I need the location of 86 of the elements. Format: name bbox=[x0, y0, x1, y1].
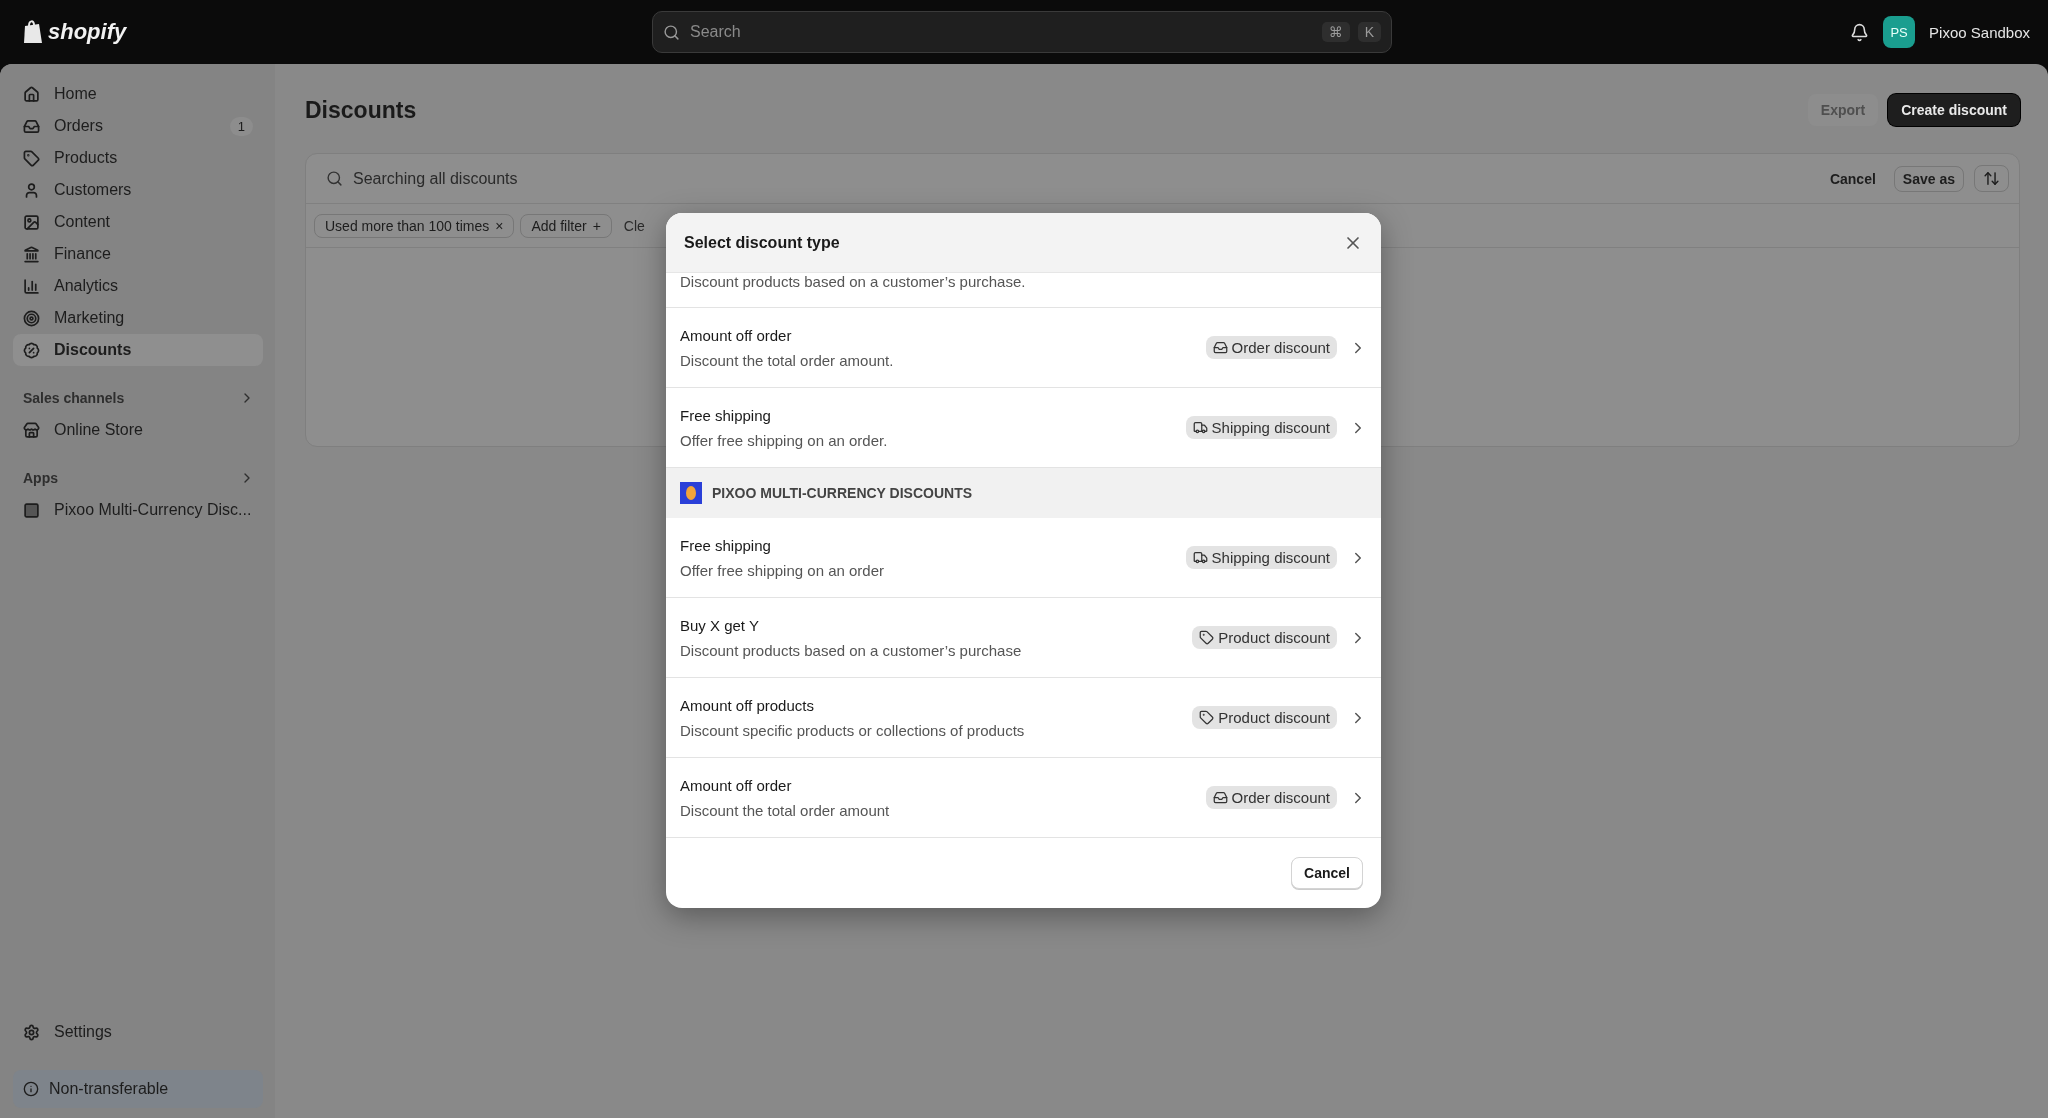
sort-button[interactable] bbox=[1974, 165, 2009, 192]
truck-icon bbox=[1192, 550, 1208, 565]
sidebar-label: Pixoo Multi-Currency Disc... bbox=[54, 501, 253, 519]
discount-type-description: Discount specific products or collections of products bbox=[680, 721, 1026, 739]
search-field[interactable]: Search ⌘ K bbox=[652, 11, 1392, 53]
cancel-button[interactable]: Cancel bbox=[1821, 166, 1884, 191]
filter-chip[interactable]: Used more than 100 times × bbox=[314, 213, 515, 238]
sidebar-label: Analytics bbox=[54, 277, 120, 295]
sidebar-label: Discounts bbox=[54, 341, 133, 359]
discount-type-title: Free shipping bbox=[680, 406, 772, 424]
discount-type-row[interactable]: Discount products based on a customer’s purchase. bbox=[666, 273, 1381, 308]
sidebar-item[interactable]: Home bbox=[13, 78, 263, 110]
sidebar-label: Home bbox=[54, 85, 98, 103]
count-badge: 1 bbox=[229, 116, 253, 136]
discount-type-description: Discount products based on a customer’s purchase. bbox=[680, 273, 1027, 290]
search-icon bbox=[663, 23, 680, 41]
sidebar-label: Marketing bbox=[54, 309, 126, 327]
shortcut-key: ⌘ bbox=[1321, 22, 1350, 42]
search-icon bbox=[326, 170, 343, 187]
sidebar-item[interactable]: Pixoo Multi-Currency Disc... bbox=[13, 494, 263, 526]
store-name[interactable]: Pixoo Sandbox bbox=[1929, 23, 2030, 41]
discount-type-description: Discount the total order amount. bbox=[680, 351, 895, 369]
discount-type-row[interactable]: Buy X get Y Discount products based on a customer’s purchase Product discount bbox=[666, 598, 1381, 678]
cancel-button[interactable]: Cancel bbox=[1291, 857, 1363, 889]
discount-kind-badge: Order discount bbox=[1205, 336, 1337, 359]
tray-icon bbox=[1212, 790, 1228, 805]
discount-type-row[interactable]: Amount off products Discount specific products or collections of products Product discount bbox=[666, 678, 1381, 758]
store-icon bbox=[23, 421, 40, 439]
discount-kind-badge: Shipping discount bbox=[1185, 546, 1337, 569]
dialog-title: Select discount type bbox=[684, 233, 840, 252]
clear-link[interactable]: Cle bbox=[623, 217, 645, 234]
notification-icon[interactable] bbox=[1850, 22, 1870, 42]
discount-type-description: Offer free shipping on an order. bbox=[680, 431, 889, 449]
sidebar-label: Orders bbox=[54, 117, 104, 135]
sidebar-item[interactable]: Content bbox=[13, 206, 263, 238]
sidebar-label: Finance bbox=[54, 245, 112, 263]
discount-type-title: Free shipping bbox=[680, 536, 772, 554]
page-title: Discounts bbox=[305, 96, 417, 124]
discount-type-title: Amount off order bbox=[680, 776, 793, 794]
section-heading[interactable]: Apps bbox=[13, 462, 263, 494]
home-icon bbox=[23, 85, 40, 103]
sidebar-label: Content bbox=[54, 213, 112, 231]
tag-icon bbox=[1199, 630, 1215, 645]
sidebar-item[interactable]: Products bbox=[13, 142, 263, 174]
logo-text[interactable]: shopify bbox=[48, 19, 127, 45]
sidebar-label: Online Store bbox=[54, 421, 144, 439]
discount-type-description: Offer free shipping on an order bbox=[680, 561, 886, 579]
tray-icon bbox=[1212, 340, 1228, 355]
app-section-header: PIXOO MULTI-CURRENCY DISCOUNTS bbox=[666, 468, 1381, 518]
sort-icon bbox=[1983, 170, 2000, 187]
sidebar-item[interactable]: Orders 1 bbox=[13, 110, 263, 142]
discount-type-title: Buy X get Y bbox=[680, 616, 760, 634]
shortcut-key: K bbox=[1357, 22, 1381, 42]
sidebar-item[interactable]: Finance bbox=[13, 238, 263, 270]
tag-icon bbox=[1199, 710, 1215, 725]
discount-type-description: Discount products based on a customer’s purchase bbox=[680, 641, 1023, 659]
save-as-button[interactable]: Save as bbox=[1893, 165, 1964, 192]
discount-type-row[interactable]: Amount off order Discount the total order amount. Order discount bbox=[666, 308, 1381, 388]
filter-chip[interactable]: Add filter + bbox=[520, 213, 612, 238]
search-input[interactable]: Search bbox=[688, 22, 1314, 42]
sidebar-item[interactable]: Online Store bbox=[13, 414, 263, 446]
notice-banner[interactable]: Non-transferable bbox=[13, 1070, 263, 1108]
sidebar-label: Customers bbox=[54, 181, 133, 199]
section-heading[interactable]: Sales channels bbox=[13, 382, 263, 414]
shopping-bag-icon bbox=[22, 19, 44, 45]
sidebar-item[interactable]: Analytics bbox=[13, 270, 263, 302]
sidebar-item[interactable]: Discounts bbox=[13, 334, 263, 366]
avatar[interactable]: PS bbox=[1883, 16, 1916, 48]
truck-icon bbox=[1192, 420, 1208, 435]
settings-link[interactable]: Settings bbox=[13, 1016, 263, 1048]
search-query[interactable]: Searching all discounts bbox=[353, 169, 1812, 188]
settings-icon bbox=[23, 1023, 40, 1041]
discount-type-row[interactable]: Free shipping Offer free shipping on an order Shipping discount bbox=[666, 518, 1381, 598]
discount-kind-badge: Shipping discount bbox=[1185, 416, 1337, 439]
info-icon bbox=[23, 1081, 39, 1097]
discount-type-title: Amount off products bbox=[680, 696, 815, 714]
sidebar-item[interactable]: Marketing bbox=[13, 302, 263, 334]
discount-kind-badge: Product discount bbox=[1192, 706, 1337, 729]
discount-type-row[interactable]: Amount off order Discount the total order amount Order discount bbox=[666, 758, 1381, 838]
primary-button[interactable]: Create discount bbox=[1888, 94, 2020, 126]
discount-type-description: Discount the total order amount bbox=[680, 801, 891, 819]
discount-kind-badge: Product discount bbox=[1192, 626, 1337, 649]
discount-kind-badge: Order discount bbox=[1205, 786, 1337, 809]
sidebar-item[interactable]: Customers bbox=[13, 174, 263, 206]
sidebar-label: Products bbox=[54, 149, 119, 167]
discount-type-title: Amount off order bbox=[680, 326, 793, 344]
